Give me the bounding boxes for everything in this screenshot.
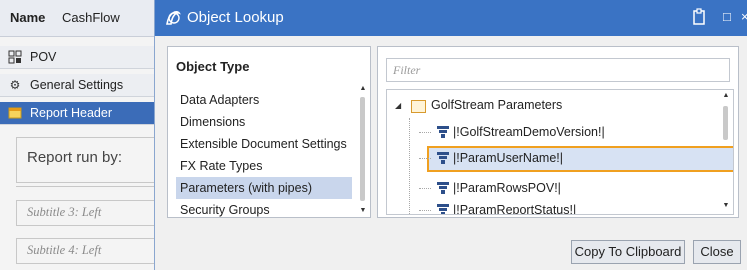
nav-label-pov: POV (30, 50, 57, 64)
subtitle-3-placeholder: Subtitle 3: Left (27, 205, 102, 219)
list-item[interactable]: Extensible Document Settings (176, 133, 352, 155)
object-type-header: Object Type (176, 59, 250, 74)
filter-input[interactable]: Filter (386, 58, 730, 82)
parameter-icon (437, 204, 449, 214)
parameter-icon (437, 126, 449, 139)
report-header-icon (8, 106, 22, 120)
filter-placeholder: Filter (393, 63, 421, 77)
subtitle-3-input[interactable]: Subtitle 3: Left (16, 200, 155, 226)
list-item-selected[interactable]: Parameters (with pipes) (176, 177, 352, 199)
name-label: Name (10, 10, 46, 25)
tree-item[interactable]: |!ParamRowsPOV!| (409, 178, 719, 200)
copy-to-clipboard-button[interactable]: Copy To Clipboard (571, 240, 685, 264)
collapse-icon[interactable]: ◢ (395, 101, 401, 110)
nav-label-general-settings: General Settings (30, 78, 124, 92)
restore-button[interactable]: □ (723, 9, 731, 24)
tree-item[interactable]: |!ParamReportStatus!| (409, 200, 719, 215)
list-item[interactable]: Security Groups (176, 199, 352, 217)
list-item[interactable]: FX Rate Types (176, 155, 352, 177)
subtitle-4-input[interactable]: Subtitle 4: Left (16, 238, 155, 264)
report-run-by-text: Report run by: (27, 149, 123, 166)
nav-item-pov[interactable]: POV (0, 46, 154, 69)
tree-connector (419, 158, 431, 159)
name-value[interactable]: CashFlow (62, 10, 120, 25)
subtitle-4-placeholder: Subtitle 4: Left (27, 243, 102, 257)
tree-item-label: |!ParamReportStatus!| (453, 203, 577, 215)
tree-connector (419, 132, 431, 133)
report-run-by-field[interactable]: Report run by: (16, 137, 155, 183)
tree-item-selected[interactable]: |!ParamUserName!| (409, 146, 733, 172)
tree-item-label: |!GolfStreamDemoVersion!| (453, 125, 605, 139)
object-type-scrollbar[interactable]: ▲ ▼ (358, 85, 368, 215)
close-button[interactable]: Close (693, 240, 741, 264)
tree-root-label: GolfStream Parameters (431, 98, 563, 112)
list-item[interactable]: Data Adapters (176, 89, 352, 111)
pov-icon (8, 50, 22, 64)
folder-icon (411, 100, 426, 113)
scroll-up-icon[interactable]: ▲ (721, 92, 731, 100)
scroll-down-icon[interactable]: ▼ (358, 207, 368, 215)
object-type-list[interactable]: Data Adapters Dimensions Extensible Docu… (176, 89, 354, 217)
nav-item-general-settings[interactable]: ⚙ General Settings (0, 74, 154, 97)
scroll-down-icon[interactable]: ▼ (721, 202, 731, 210)
nav-label-report-header: Report Header (30, 106, 112, 120)
object-tree-panel: Filter ◢ GolfStream Parameters |!GolfStr… (377, 46, 739, 218)
gear-icon: ⚙ (9, 78, 21, 92)
scroll-up-icon[interactable]: ▲ (358, 85, 368, 93)
nav-item-report-header[interactable]: Report Header (0, 102, 154, 125)
tree-connector (419, 188, 431, 189)
list-item[interactable]: Dimensions (176, 111, 352, 133)
tree-item-label: |!ParamUserName!| (453, 151, 563, 165)
scroll-thumb[interactable] (360, 97, 365, 201)
tree-item-label: |!ParamRowsPOV!| (453, 181, 561, 195)
object-tree[interactable]: ◢ GolfStream Parameters |!GolfStreamDemo… (386, 89, 734, 215)
app-logo-icon (163, 8, 183, 28)
close-icon[interactable]: × (741, 9, 747, 24)
name-row: Name CashFlow (0, 0, 154, 37)
divider (16, 186, 154, 187)
tree-item[interactable]: |!GolfStreamDemoVersion!| (409, 122, 719, 144)
object-type-panel: Object Type Data Adapters Dimensions Ext… (167, 46, 371, 218)
properties-panel: Name CashFlow POV ⚙ General Settings Rep… (0, 0, 158, 270)
parameter-icon (437, 182, 449, 195)
object-lookup-dialog: Object Lookup □ × Object Type Data Adapt… (154, 0, 747, 270)
parameter-icon (437, 152, 449, 165)
tree-scrollbar[interactable]: ▲ ▼ (721, 92, 731, 212)
scroll-thumb[interactable] (723, 106, 728, 140)
dialog-title-bar[interactable]: Object Lookup □ × (155, 0, 747, 36)
clipboard-icon[interactable] (691, 8, 707, 26)
dialog-title: Object Lookup (187, 9, 284, 26)
tree-connector (419, 210, 431, 211)
